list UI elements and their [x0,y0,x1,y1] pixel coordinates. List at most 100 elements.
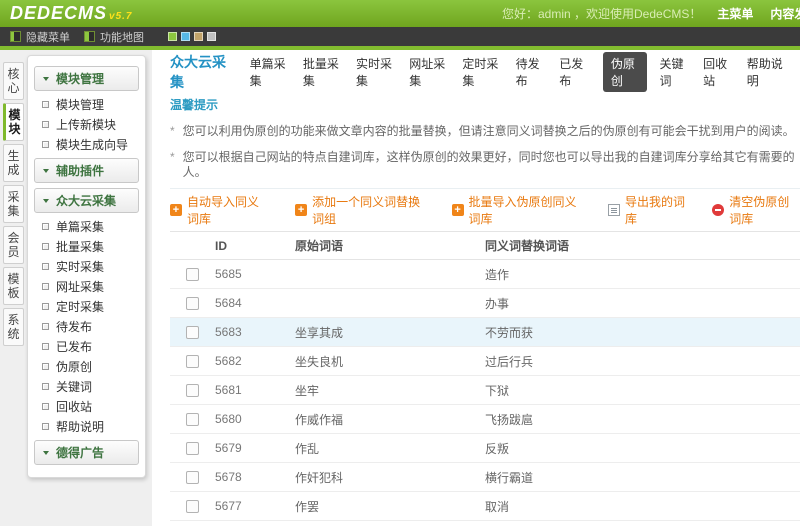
tab-help[interactable]: 帮助说明 [747,55,785,89]
tab-published[interactable]: 已发布 [559,55,588,89]
tips-box: 温馨提示 * 您可以利用伪原创的功能来做文章内容的批量替换，但请注意同义词替换之… [170,96,800,189]
bullet-square-icon [42,343,49,350]
plus-icon [170,204,182,216]
sidebar-item-timed-collect[interactable]: 定时采集 [34,297,139,315]
table-row: 5683 坐享其成 不劳而获 [170,318,800,347]
side-tab-collect[interactable]: 采集 [3,185,24,223]
sidebar-section-dede-ads[interactable]: 德得广告 [34,440,139,465]
action-auto-import-synonyms[interactable]: 自动导入同义词库 [170,193,268,227]
sidebar-item-url-collect[interactable]: 网址采集 [34,277,139,295]
cell-original-word: 坐享其成 [295,318,485,347]
table-body: 5685 造作 5684 办事 5683 坐享其成 不劳而获 5682 坐失良机… [170,260,800,526]
side-tab-template[interactable]: 模板 [3,267,24,305]
asterisk-bullet: * [170,124,175,139]
sidebar-item-label: 单篇采集 [56,218,104,235]
hide-menu-button[interactable]: 隐藏菜单 [10,29,70,45]
action-export-my-library[interactable]: 导出我的词库 [608,193,685,227]
action-add-synonym-group[interactable]: 添加一个同义词替换词组 [295,193,424,227]
function-map-button[interactable]: 功能地图 [84,29,144,45]
bullet-square-icon [42,423,49,430]
row-checkbox[interactable] [186,471,199,484]
row-checkbox[interactable] [186,355,199,368]
topnav-main-menu[interactable]: 主菜单 [717,5,753,22]
tab-batch-collect[interactable]: 批量采集 [303,55,341,89]
row-checkbox[interactable] [186,326,199,339]
tab-url-collect[interactable]: 网址采集 [409,55,447,89]
sidebar-item-keywords[interactable]: 关键词 [34,377,139,395]
action-clear-library[interactable]: 清空伪原创词库 [712,193,800,227]
clear-icon [712,204,724,216]
sidebar-section-title: 模块管理 [56,70,104,87]
tab-keywords[interactable]: 关键词 [659,55,688,89]
sidebar-section-zhongda-cloud-collect[interactable]: 众大云采集 [34,188,139,213]
side-tab-label: 生成 [7,149,20,177]
cell-id: 5683 [215,318,295,347]
action-batch-import-synonyms[interactable]: 批量导入伪原创同义词库 [452,193,581,227]
side-tab-member[interactable]: 会员 [3,226,24,264]
side-tab-label: 采集 [7,190,20,218]
row-checkbox[interactable] [186,297,199,310]
tab-timed-collect[interactable]: 定时采集 [462,55,500,89]
sidebar-section-title: 众大云采集 [56,192,116,209]
cell-original-word: 作奸犯科 [295,463,485,492]
topnav-content-publish[interactable]: 内容发布 [770,5,800,22]
hide-menu-icon [10,31,21,42]
toolbar-items: 隐藏菜单 功能地图 [10,29,158,45]
tab-single-collect[interactable]: 单篇采集 [250,55,288,89]
logo-text: DEDECMS [10,3,107,23]
cell-original-word: 作罢 [295,492,485,521]
sidebar-item-module-manage[interactable]: 模块管理 [34,95,139,113]
sidebar-item-help[interactable]: 帮助说明 [34,417,139,435]
sidebar-section-title: 辅助插件 [56,162,104,179]
sidebar-item-label: 上传新模块 [56,116,116,133]
sidebar-item-single-collect[interactable]: 单篇采集 [34,217,139,235]
cell-original-word: 坐失良机 [295,347,485,376]
sidebar-item-label: 关键词 [56,378,92,395]
column-header-synonym: 同义词替换词语 [485,232,800,260]
row-checkbox[interactable] [186,442,199,455]
bullet-square-icon [42,363,49,370]
side-tab-generate[interactable]: 生成 [3,144,24,182]
sidebar-item-recycle-bin[interactable]: 回收站 [34,397,139,415]
sidebar-item-realtime-collect[interactable]: 实时采集 [34,257,139,275]
toolbar-button-label: 功能地图 [100,29,144,45]
cell-id: 5679 [215,434,295,463]
sidebar-item-published[interactable]: 已发布 [34,337,139,355]
row-checkbox[interactable] [186,268,199,281]
sidebar-item-pseudo-original[interactable]: 伪原创 [34,357,139,375]
style-swatch-2[interactable] [194,32,203,41]
tab-recycle-bin[interactable]: 回收站 [703,55,732,89]
table-row: 5684 办事 [170,289,800,318]
side-tab-core[interactable]: 核心 [3,62,24,100]
style-swatch-1[interactable] [181,32,190,41]
top-header-bar: DEDECMSv5.7 您好：admin ，欢迎使用DedeCMS！ 主菜单内容… [0,0,800,27]
plus-icon [452,204,464,216]
cell-id: 5677 [215,492,295,521]
sidebar-item-batch-collect[interactable]: 批量采集 [34,237,139,255]
sidebar-item-module-wizard[interactable]: 模块生成向导 [34,135,139,153]
tab-pending-publish[interactable]: 待发布 [516,55,545,89]
side-tab-module[interactable]: 模块 [3,103,24,141]
bullet-square-icon [42,403,49,410]
sidebar-item-pending-publish[interactable]: 待发布 [34,317,139,335]
row-checkbox[interactable] [186,500,199,513]
sidebar-menu: 模块管理 模块管理 上传新模块 模块生成向导 辅助插件 众大云采集 单篇采集 批… [27,55,146,478]
style-swatch-0[interactable] [168,32,177,41]
sidebar-section-module-manage[interactable]: 模块管理 [34,66,139,91]
style-swatch-3[interactable] [207,32,216,41]
cell-synonym-word: 过后行兵 [485,347,800,376]
cell-original-word: 坐牢 [295,376,485,405]
sidebar-item-upload-new-module[interactable]: 上传新模块 [34,115,139,133]
tab-realtime-collect[interactable]: 实时采集 [356,55,394,89]
topnav: 主菜单内容发布内容管理 [717,5,800,22]
tab-pseudo-original[interactable]: 伪原创 [603,52,648,92]
cell-original-word [295,289,485,318]
sidebar-section-assist-plugins[interactable]: 辅助插件 [34,158,139,183]
cell-synonym-word: 作歹 [485,521,800,526]
row-checkbox[interactable] [186,413,199,426]
row-checkbox[interactable] [186,384,199,397]
cell-id: 5684 [215,289,295,318]
side-tab-system[interactable]: 系统 [3,308,24,346]
action-label: 导出我的词库 [625,193,685,227]
bullet-square-icon [42,383,49,390]
